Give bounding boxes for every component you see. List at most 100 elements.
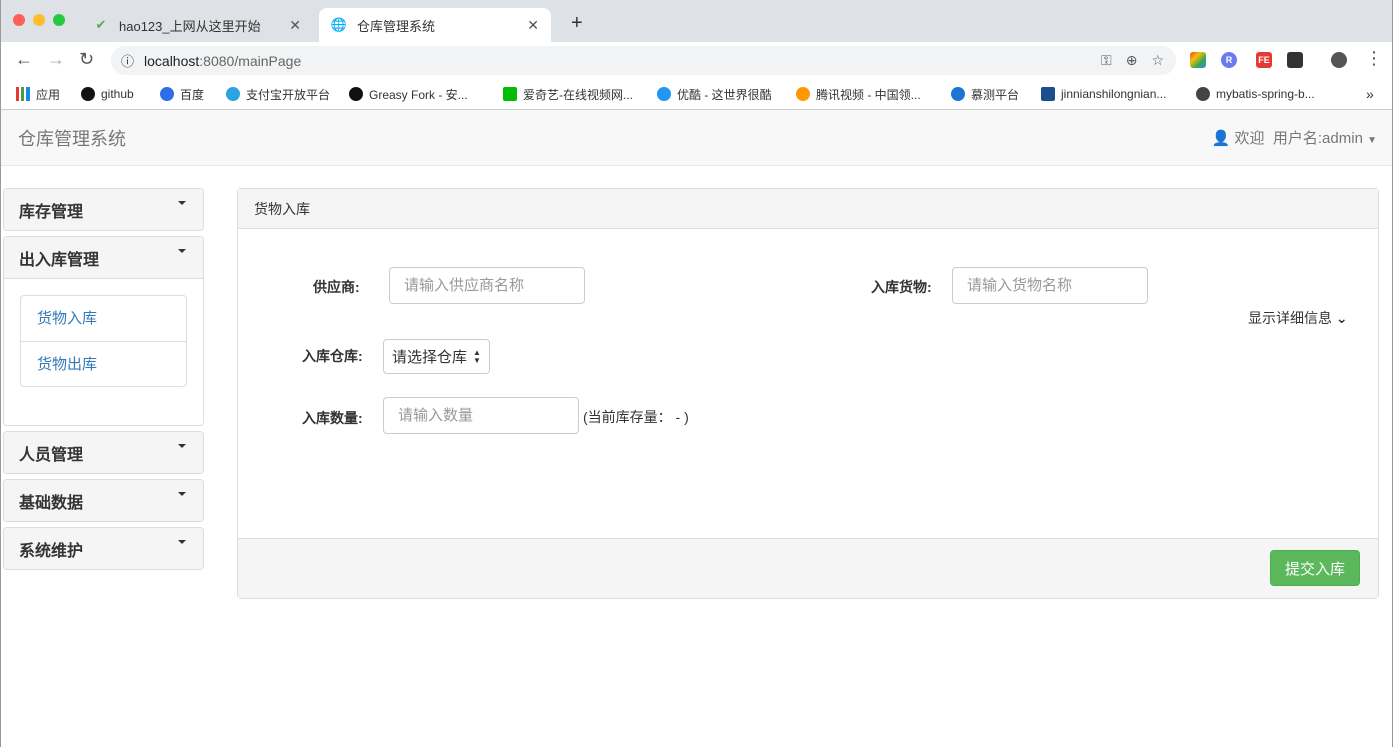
select-value: 请选择仓库 — [392, 349, 468, 366]
new-tab-button[interactable]: + — [571, 12, 583, 35]
url-path: :8080/mainPage — [199, 52, 302, 69]
quantity-input[interactable] — [383, 397, 579, 434]
back-icon[interactable]: ← — [15, 49, 33, 70]
supplier-input[interactable] — [389, 267, 585, 304]
bookmark-jinnianshilongnian[interactable]: jinnianshilongnian... — [1041, 87, 1166, 101]
sidebar-panel-header[interactable]: 人员管理 — [4, 432, 203, 473]
username: 用户名:admin — [1272, 130, 1363, 147]
bookmark-label: 慕测平台 — [971, 87, 1020, 102]
star-icon[interactable]: ☆ — [1151, 52, 1164, 69]
info-icon[interactable]: ⓘ — [121, 51, 134, 70]
zoom-icon[interactable]: ⊕ — [1126, 52, 1138, 69]
bookmark-label: github — [101, 87, 134, 101]
select-arrows-icon: ▲ ▼ — [473, 347, 481, 365]
sidebar-panel-basedata: 基础数据 — [3, 479, 204, 522]
panel-footer: 提交入库 — [238, 538, 1378, 598]
forward-icon[interactable]: → — [47, 49, 65, 70]
close-tab-icon[interactable]: ✕ — [527, 17, 539, 34]
reload-icon[interactable]: ↻ — [79, 49, 94, 70]
goods-label: 入库货物: — [871, 279, 932, 295]
caret-down-icon — [178, 201, 186, 205]
supplier-label: 供应商: — [313, 279, 360, 295]
quantity-label: 入库数量: — [302, 410, 363, 426]
current-stock-info: (当前库存量： - ) — [583, 409, 689, 425]
bookmark-baidu[interactable]: 百度 — [160, 86, 204, 103]
bookmarks-bar: 应用 github 百度 支付宝开放平台 Greasy Fork - 安... … — [1, 79, 1392, 110]
maximize-window-button[interactable] — [53, 14, 65, 26]
warehouse-label: 入库仓库: — [302, 348, 363, 364]
app-brand[interactable]: 仓库管理系统 — [18, 125, 126, 151]
bookmark-label: 支付宝开放平台 — [246, 87, 331, 102]
bookmark-mooctest[interactable]: 慕测平台 — [951, 86, 1019, 103]
bookmark-youku[interactable]: 优酷 - 这世界很酷 — [657, 86, 772, 103]
sidebar-item-goods-out[interactable]: 货物出库 — [21, 341, 186, 386]
bookmark-github[interactable]: github — [81, 87, 134, 101]
minimize-window-button[interactable] — [33, 14, 45, 26]
bookmark-label: 优酷 - 这世界很酷 — [677, 87, 772, 102]
key-icon[interactable]: ⚿ — [1101, 52, 1112, 69]
sidebar-panel-header[interactable]: 出入库管理 — [4, 237, 203, 278]
tab-title: 仓库管理系统 — [357, 18, 436, 34]
site-icon — [1041, 87, 1055, 101]
panel-title: 出入库管理 — [19, 251, 100, 269]
welcome-text: 欢迎 — [1234, 130, 1265, 147]
caret-down-icon — [178, 540, 186, 544]
bookmark-tencent-video[interactable]: 腾讯视频 - 中国领... — [796, 86, 921, 103]
bookmarks-more-button[interactable]: » — [1366, 86, 1374, 102]
bookmark-iqiyi[interactable]: 爱奇艺-在线视频网... — [503, 86, 633, 103]
bookmark-apps[interactable]: 应用 — [16, 86, 60, 103]
caret-down-icon — [178, 249, 186, 253]
sidebar-panel-header[interactable]: 系统维护 — [4, 528, 203, 569]
address-bar[interactable]: ⓘ localhost:8080/mainPage ⚿ ⊕ ☆ — [111, 46, 1176, 75]
bookmark-label: 腾讯视频 - 中国领... — [816, 87, 921, 102]
apps-grid-icon — [16, 87, 30, 101]
url-host: localhost — [144, 52, 200, 69]
sidebar: 库存管理 出入库管理 货物入库 货物出库 人员管理 基础数据 系统维护 — [3, 188, 204, 575]
alipay-icon — [226, 87, 240, 101]
tencent-video-icon — [796, 87, 810, 101]
browser-tab-warehouse[interactable]: 🌐 仓库管理系统 ✕ — [319, 8, 551, 42]
extension-icon[interactable] — [1190, 52, 1206, 68]
bookmark-mybatis[interactable]: mybatis-spring-b... — [1196, 87, 1315, 101]
profile-icon[interactable] — [1331, 52, 1347, 68]
user-menu[interactable]: 👤 欢迎 用户名:admin ▼ — [1212, 127, 1377, 148]
panel-title: 库存管理 — [19, 203, 84, 221]
sidebar-panel-inventory: 库存管理 — [3, 188, 204, 231]
sidebar-panel-header[interactable]: 库存管理 — [4, 189, 203, 230]
baidu-icon — [160, 87, 174, 101]
caret-down-icon: ▼ — [1367, 135, 1377, 146]
globe-icon: 🌐 — [330, 17, 348, 32]
browser-toolbar: ← → ↻ ⓘ localhost:8080/mainPage ⚿ ⊕ ☆ R FE… — [1, 42, 1392, 79]
github-icon — [81, 87, 95, 101]
user-icon: 👤 — [1211, 130, 1231, 147]
browser-tab-hao123[interactable]: ✔ hao123_上网从这里开始 ✕ — [81, 8, 313, 42]
browser-tab-bar: ✔ hao123_上网从这里开始 ✕ 🌐 仓库管理系统 ✕ + — [1, 0, 1392, 42]
warehouse-select[interactable]: 请选择仓库 ▲ ▼ — [383, 339, 490, 374]
bookmark-greasyfork[interactable]: Greasy Fork - 安... — [349, 86, 468, 103]
bookmark-label: 百度 — [180, 87, 205, 102]
bookmark-label: jinnianshilongnian... — [1061, 87, 1167, 101]
extension-r-icon[interactable]: R — [1221, 52, 1237, 68]
extension-icon[interactable] — [1287, 52, 1303, 68]
sidebar-panel-staff: 人员管理 — [3, 431, 204, 474]
bookmark-label: 爱奇艺-在线视频网... — [523, 87, 633, 102]
close-window-button[interactable] — [13, 14, 25, 26]
youku-icon — [657, 87, 671, 101]
menu-icon[interactable]: ⋮ — [1365, 48, 1383, 69]
sidebar-panel-header[interactable]: 基础数据 — [4, 480, 203, 521]
bookmark-alipay[interactable]: 支付宝开放平台 — [226, 86, 330, 103]
close-tab-icon[interactable]: ✕ — [289, 17, 301, 34]
mooctest-icon — [951, 87, 965, 101]
toggle-label: 显示详细信息 — [1248, 310, 1332, 326]
bookmark-label: Greasy Fork - 安... — [369, 87, 468, 102]
submit-goods-in-button[interactable]: 提交入库 — [1269, 550, 1360, 586]
tab-title: hao123_上网从这里开始 — [119, 18, 261, 34]
caret-down-icon — [178, 492, 186, 496]
show-details-toggle[interactable]: 显示详细信息 ⌄ — [1248, 308, 1348, 328]
globe-icon — [1196, 87, 1210, 101]
goods-input[interactable] — [952, 267, 1148, 304]
extension-fe-icon[interactable]: FE — [1256, 52, 1272, 68]
sidebar-item-goods-in[interactable]: 货物入库 — [21, 296, 186, 341]
iqiyi-icon — [503, 87, 517, 101]
sidebar-panel-system: 系统维护 — [3, 527, 204, 570]
